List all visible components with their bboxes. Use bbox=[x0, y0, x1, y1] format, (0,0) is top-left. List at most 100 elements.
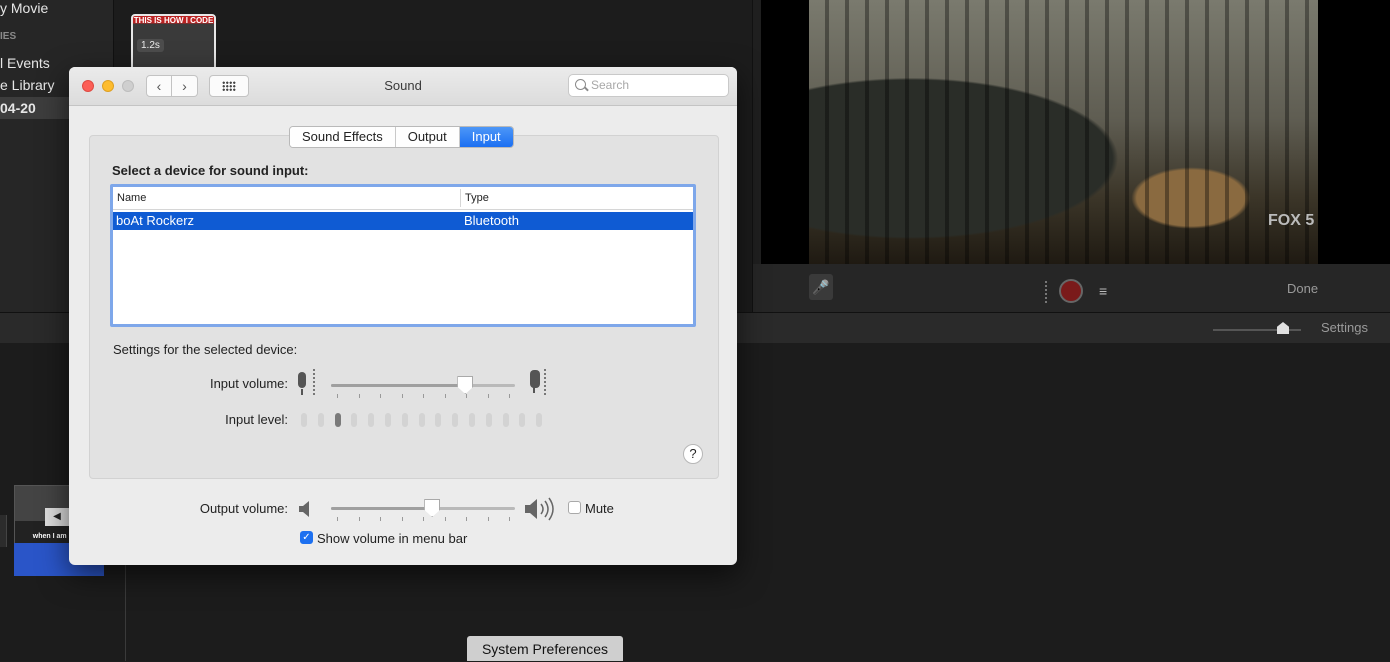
slider-tick bbox=[337, 517, 338, 521]
level-segment bbox=[368, 413, 375, 427]
input-device-table[interactable]: Name Type boAt Rockerz Bluetooth bbox=[110, 184, 696, 327]
sound-preferences-window: ‹ › Sound Sound Effects Output Input Sel… bbox=[69, 67, 737, 565]
search-input[interactable] bbox=[591, 78, 723, 92]
timeline-edge-marker bbox=[0, 515, 7, 547]
slider-tick bbox=[466, 394, 467, 398]
video-frame bbox=[809, 0, 1318, 264]
clip-thumbnail-title: THIS IS HOW I CODE bbox=[133, 16, 214, 25]
slider-tick bbox=[358, 394, 360, 398]
output-volume-thumb[interactable] bbox=[424, 499, 441, 517]
grid-icon bbox=[222, 81, 236, 91]
minimize-button[interactable] bbox=[102, 80, 114, 92]
level-segment bbox=[301, 413, 307, 427]
system-preferences-tooltip: System Preferences bbox=[467, 636, 623, 661]
volume-dots-icon bbox=[313, 369, 318, 395]
play-icon: ◀ bbox=[45, 508, 69, 526]
device-type: Bluetooth bbox=[464, 213, 519, 228]
sidebar-item-my-movie[interactable]: y Movie bbox=[0, 0, 48, 16]
level-segment bbox=[351, 413, 358, 427]
slider-tick bbox=[401, 517, 403, 521]
slider-tick bbox=[509, 394, 510, 398]
level-segment bbox=[385, 413, 391, 427]
slider-tick bbox=[444, 394, 446, 398]
sidebar-section-libraries: IES bbox=[0, 31, 17, 42]
tab-output[interactable]: Output bbox=[395, 127, 460, 147]
sidebar-item-event[interactable]: 04-20 bbox=[0, 100, 36, 116]
tab-bar: Sound Effects Output Input bbox=[289, 126, 514, 148]
show-volume-label[interactable]: Show volume in menu bar bbox=[317, 531, 467, 546]
slider-tick bbox=[487, 517, 489, 521]
volume-dots-icon bbox=[544, 369, 549, 395]
speaker-high-icon bbox=[525, 497, 554, 521]
input-volume-slider[interactable] bbox=[331, 384, 515, 387]
search-icon bbox=[575, 79, 586, 90]
level-segment bbox=[519, 413, 526, 427]
level-segment bbox=[502, 413, 509, 427]
tab-input[interactable]: Input bbox=[459, 127, 513, 147]
mute-label[interactable]: Mute bbox=[585, 501, 614, 516]
level-segment bbox=[334, 413, 341, 427]
column-divider[interactable] bbox=[460, 189, 461, 207]
input-volume-fill bbox=[331, 384, 466, 387]
slider-tick bbox=[423, 517, 424, 521]
microphone-icon: 🎤 bbox=[812, 279, 830, 295]
device-select-label: Select a device for sound input: bbox=[112, 163, 309, 178]
timeline-playhead[interactable] bbox=[125, 565, 126, 661]
level-segment bbox=[485, 413, 492, 427]
sidebar-item-library[interactable]: e Library bbox=[0, 77, 54, 93]
level-segment bbox=[469, 413, 475, 427]
speaker-low-icon bbox=[299, 501, 309, 517]
microphone-high-icon bbox=[530, 370, 540, 393]
sidebar-item-all-events[interactable]: l Events bbox=[0, 55, 50, 71]
slider-tick bbox=[487, 394, 489, 398]
output-volume-slider[interactable] bbox=[331, 507, 515, 510]
microphone-low-icon bbox=[298, 372, 306, 395]
chevron-right-icon: › bbox=[182, 78, 187, 94]
slider-tick bbox=[423, 394, 424, 398]
table-header: Name Type bbox=[113, 187, 693, 210]
level-segment bbox=[418, 413, 425, 427]
timeline-settings-button[interactable]: Settings bbox=[1321, 320, 1368, 335]
slider-tick bbox=[380, 394, 381, 398]
tab-sound-effects[interactable]: Sound Effects bbox=[290, 127, 396, 147]
window-titlebar[interactable]: ‹ › Sound bbox=[69, 67, 737, 106]
record-button[interactable] bbox=[1059, 279, 1083, 303]
input-level-label: Input level: bbox=[225, 412, 288, 427]
input-volume-label: Input volume: bbox=[209, 376, 288, 391]
voiceover-mic-button[interactable]: 🎤 bbox=[809, 274, 833, 300]
level-segment bbox=[401, 413, 408, 427]
slider-tick bbox=[509, 517, 510, 521]
show-all-button[interactable] bbox=[209, 75, 249, 97]
level-segment bbox=[435, 413, 442, 427]
input-level-meter bbox=[301, 413, 551, 427]
back-button[interactable]: ‹ bbox=[146, 75, 172, 97]
slider-tick bbox=[380, 517, 381, 521]
slider-tick bbox=[358, 517, 360, 521]
zoom-button[interactable] bbox=[122, 80, 134, 92]
slider-tick bbox=[401, 394, 403, 398]
clip-thumbnail[interactable]: THIS IS HOW I CODE 1.2s bbox=[131, 14, 216, 72]
column-header-type[interactable]: Type bbox=[465, 192, 489, 204]
slider-tick bbox=[444, 517, 446, 521]
level-segment bbox=[317, 413, 324, 427]
mute-checkbox[interactable] bbox=[568, 501, 581, 514]
output-volume-label: Output volume: bbox=[199, 501, 288, 516]
level-segment bbox=[536, 413, 543, 427]
level-segment bbox=[452, 413, 459, 427]
done-button[interactable]: Done bbox=[1287, 281, 1318, 296]
table-row[interactable]: boAt Rockerz Bluetooth bbox=[113, 212, 693, 230]
search-field[interactable] bbox=[568, 74, 729, 97]
slider-tick bbox=[466, 517, 467, 521]
voiceover-options-icon[interactable]: ≡ bbox=[1099, 283, 1107, 299]
slider-tick bbox=[337, 394, 338, 398]
show-volume-checkbox[interactable]: ✓ bbox=[300, 531, 313, 544]
clip-duration-badge: 1.2s bbox=[137, 39, 164, 52]
help-button[interactable]: ? bbox=[683, 444, 703, 464]
forward-button[interactable]: › bbox=[172, 75, 198, 97]
close-button[interactable] bbox=[82, 80, 94, 92]
column-header-name[interactable]: Name bbox=[117, 192, 146, 204]
output-volume-fill bbox=[331, 507, 433, 510]
device-name: boAt Rockerz bbox=[116, 213, 195, 228]
drag-handle[interactable] bbox=[1045, 281, 1051, 303]
device-settings-label: Settings for the selected device: bbox=[113, 342, 298, 357]
